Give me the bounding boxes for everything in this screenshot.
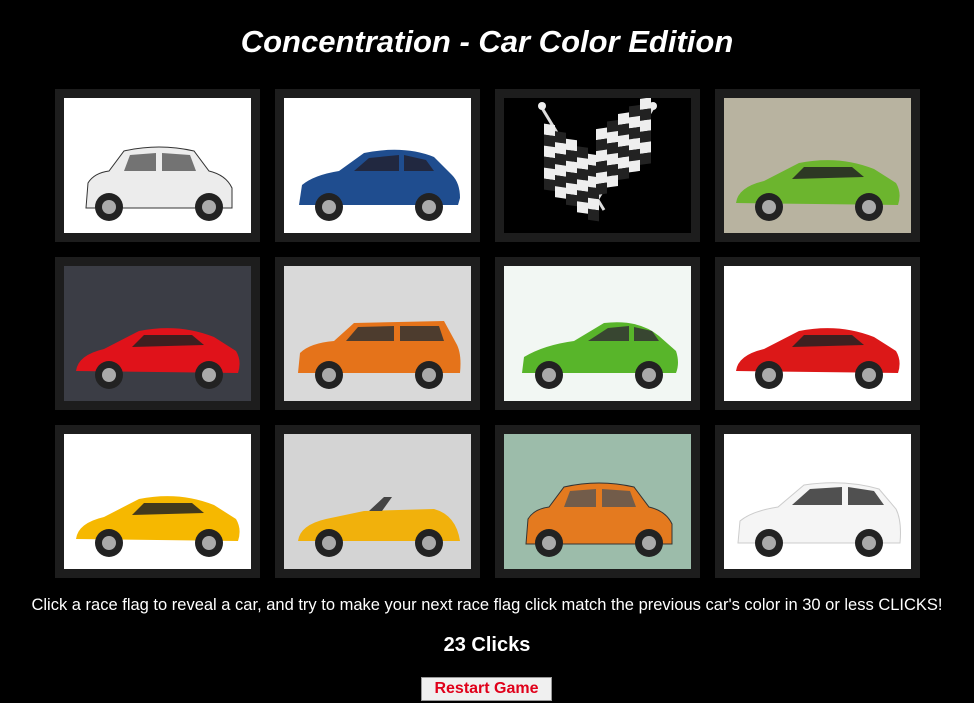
card-tile[interactable]	[275, 425, 480, 578]
card-face	[64, 266, 251, 401]
instructions-text: Click a race flag to reveal a car, and t…	[31, 596, 943, 614]
sports-car-icon	[724, 266, 911, 401]
convertible-car-icon	[284, 434, 471, 569]
hatchback-car-icon	[284, 98, 471, 233]
card-face	[724, 266, 911, 401]
card-face	[284, 266, 471, 401]
card-tile[interactable]	[495, 257, 700, 410]
card-face	[64, 98, 251, 233]
card-face	[284, 98, 471, 233]
card-face	[504, 266, 691, 401]
classic-small-car-icon	[64, 98, 251, 233]
card-tile[interactable]	[715, 425, 920, 578]
card-tile[interactable]	[715, 257, 920, 410]
wagon-car-icon	[284, 266, 471, 401]
sports-car-icon	[724, 98, 911, 233]
card-tile[interactable]	[55, 89, 260, 242]
hybrid-car-icon	[504, 266, 691, 401]
card-face	[504, 98, 691, 233]
suv-car-icon	[724, 434, 911, 569]
card-tile[interactable]	[495, 89, 700, 242]
sports-car-icon	[64, 434, 251, 569]
card-tile[interactable]	[495, 425, 700, 578]
card-face	[64, 434, 251, 569]
classic-small-car-icon	[504, 434, 691, 569]
card-tile[interactable]	[715, 89, 920, 242]
card-face	[284, 434, 471, 569]
checkered-flags-icon	[504, 98, 691, 233]
card-tile[interactable]	[55, 425, 260, 578]
card-face	[504, 434, 691, 569]
card-tile[interactable]	[275, 89, 480, 242]
card-face	[724, 434, 911, 569]
card-tile[interactable]	[275, 257, 480, 410]
card-face	[724, 98, 911, 233]
page-title: Concentration - Car Color Edition	[240, 24, 734, 59]
card-grid	[55, 89, 920, 578]
card-tile[interactable]	[55, 257, 260, 410]
click-counter: 23 Clicks	[443, 634, 531, 656]
sports-car-icon	[64, 266, 251, 401]
restart-game-button[interactable]: Restart Game	[421, 677, 552, 701]
